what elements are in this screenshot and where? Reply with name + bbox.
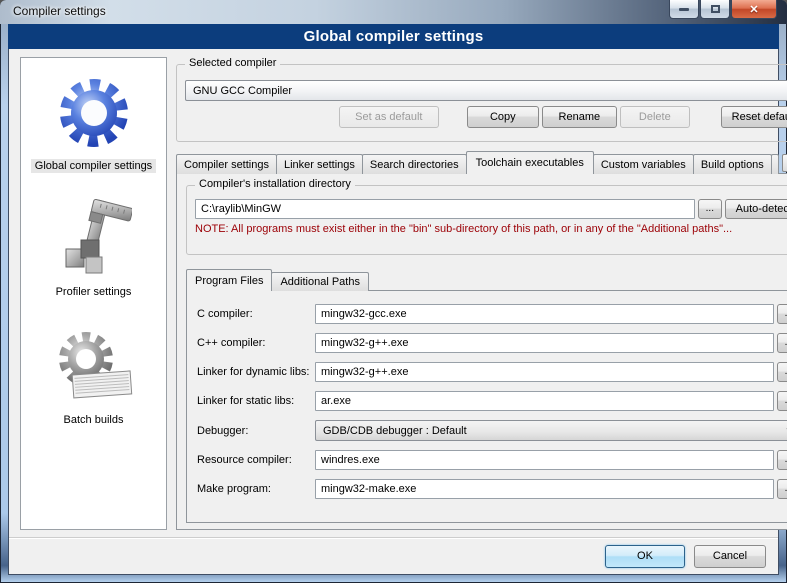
browse-resource-compiler-button[interactable]: ... — [777, 450, 787, 470]
settings-tab-row: Compiler settings Linker settings Search… — [176, 151, 787, 174]
selected-compiler-value: GNU GCC Compiler — [193, 85, 292, 97]
debugger-dropdown[interactable]: GDB/CDB debugger : Default ▼ — [315, 420, 787, 441]
programs-notebook: Program Files Additional Paths C compile… — [186, 269, 787, 523]
selected-compiler-group: Selected compiler GNU GCC Compiler ▼ Set… — [176, 64, 787, 142]
page-banner: Global compiler settings — [8, 24, 779, 49]
program-files-panel: C compiler: ... C++ compiler: ... — [186, 290, 787, 523]
copy-button[interactable]: Copy — [467, 106, 539, 128]
installation-directory-group: Compiler's installation directory ... Au… — [186, 185, 787, 255]
page-title: Global compiler settings — [304, 28, 484, 45]
field-row-debugger: Debugger: GDB/CDB debugger : Default ▼ — [197, 420, 787, 441]
installation-directory-group-label: Compiler's installation directory — [195, 178, 355, 190]
toolchain-executables-panel: Compiler's installation directory ... Au… — [176, 173, 787, 530]
selected-compiler-dropdown[interactable]: GNU GCC Compiler ▼ — [185, 80, 787, 101]
tab-program-files[interactable]: Program Files — [186, 269, 272, 291]
compiler-buttons-row: Set as default Copy Rename Delete Reset … — [185, 106, 787, 128]
tab-toolchain-executables[interactable]: Toolchain executables — [466, 151, 594, 174]
field-row-cpp-compiler: C++ compiler: ... — [197, 333, 787, 353]
tab-scroll-left-button[interactable]: ◄ — [782, 154, 787, 172]
field-label: Resource compiler: — [197, 454, 315, 466]
close-icon: ✕ — [749, 3, 758, 16]
browse-dynamic-linker-button[interactable]: ... — [777, 362, 787, 382]
field-row-static-linker: Linker for static libs: ... — [197, 391, 787, 411]
field-label: C compiler: — [197, 308, 315, 320]
sidebar-item-batch-builds[interactable]: Batch builds — [21, 299, 166, 427]
cancel-button[interactable]: Cancel — [694, 545, 766, 568]
field-label: Make program: — [197, 483, 315, 495]
auto-detect-button[interactable]: Auto-detect — [725, 199, 787, 219]
set-as-default-button[interactable]: Set as default — [339, 106, 439, 128]
static-linker-input[interactable] — [315, 391, 774, 411]
titlebar[interactable]: Compiler settings ✕ — [0, 0, 787, 24]
tab-search-directories[interactable]: Search directories — [362, 154, 467, 174]
window-controls: ✕ — [668, 0, 777, 19]
cpp-compiler-input[interactable] — [315, 333, 774, 353]
gray-gear-stack-icon — [49, 325, 139, 409]
caliper-icon — [56, 197, 132, 281]
maximize-button[interactable] — [700, 0, 730, 19]
tab-custom-variables[interactable]: Custom variables — [593, 154, 694, 174]
installation-directory-row: ... Auto-detect — [195, 199, 787, 219]
field-label: Linker for static libs: — [197, 395, 315, 407]
sidebar-item-label: Profiler settings — [52, 285, 136, 299]
sidebar-item-global-compiler-settings[interactable]: Global compiler settings — [21, 58, 166, 173]
settings-tab-control: Compiler settings Linker settings Search… — [176, 151, 787, 530]
dialog-footer: OK Cancel — [9, 537, 778, 574]
browse-cpp-compiler-button[interactable]: ... — [777, 333, 787, 353]
browse-directory-button[interactable]: ... — [698, 199, 722, 219]
sidebar-item-profiler-settings[interactable]: Profiler settings — [21, 173, 166, 299]
make-program-input[interactable] — [315, 479, 774, 499]
settings-category-list: Global compiler settings — [20, 57, 167, 530]
tab-scroll-buttons: ◄ ► — [782, 154, 787, 174]
delete-button[interactable]: Delete — [620, 106, 690, 128]
debugger-value: GDB/CDB debugger : Default — [323, 425, 467, 437]
field-row-dynamic-linker: Linker for dynamic libs: ... — [197, 362, 787, 382]
tab-partial[interactable] — [771, 154, 779, 174]
field-label: Linker for dynamic libs: — [197, 366, 315, 378]
installation-directory-input[interactable] — [195, 199, 695, 219]
browse-c-compiler-button[interactable]: ... — [777, 304, 787, 324]
c-compiler-input[interactable] — [315, 304, 774, 324]
reset-defaults-button[interactable]: Reset defaults — [721, 106, 787, 128]
programs-tab-row: Program Files Additional Paths — [186, 269, 787, 291]
field-row-make-program: Make program: ... — [197, 479, 787, 499]
dialog-body: Global compiler settings — [9, 49, 778, 537]
tab-additional-paths[interactable]: Additional Paths — [271, 272, 369, 291]
close-button[interactable]: ✕ — [731, 0, 777, 19]
dialog-client-area: Global compiler settings — [8, 49, 779, 575]
field-row-c-compiler: C compiler: ... — [197, 304, 787, 324]
rename-button[interactable]: Rename — [542, 106, 617, 128]
sidebar-item-label: Batch builds — [60, 413, 128, 427]
tab-linker-settings[interactable]: Linker settings — [276, 154, 363, 174]
minimize-icon — [679, 8, 689, 11]
minimize-button[interactable] — [669, 0, 699, 19]
tab-build-options[interactable]: Build options — [693, 154, 772, 174]
field-label: C++ compiler: — [197, 337, 315, 349]
compiler-settings-dialog: Compiler settings ✕ Global compiler sett… — [0, 0, 787, 583]
field-label: Debugger: — [197, 425, 315, 437]
ok-button[interactable]: OK — [605, 545, 685, 568]
blue-gear-icon — [53, 71, 135, 155]
browse-static-linker-button[interactable]: ... — [777, 391, 787, 411]
selected-compiler-group-label: Selected compiler — [185, 57, 280, 69]
field-row-resource-compiler: Resource compiler: ... — [197, 450, 787, 470]
sidebar-item-label: Global compiler settings — [31, 159, 156, 173]
window-title: Compiler settings — [13, 4, 106, 18]
dynamic-linker-input[interactable] — [315, 362, 774, 382]
resource-compiler-input[interactable] — [315, 450, 774, 470]
browse-make-program-button[interactable]: ... — [777, 479, 787, 499]
tab-compiler-settings[interactable]: Compiler settings — [176, 154, 277, 174]
installation-note: NOTE: All programs must exist either in … — [195, 223, 787, 235]
maximize-icon — [711, 5, 720, 13]
main-content: Selected compiler GNU GCC Compiler ▼ Set… — [176, 57, 787, 537]
